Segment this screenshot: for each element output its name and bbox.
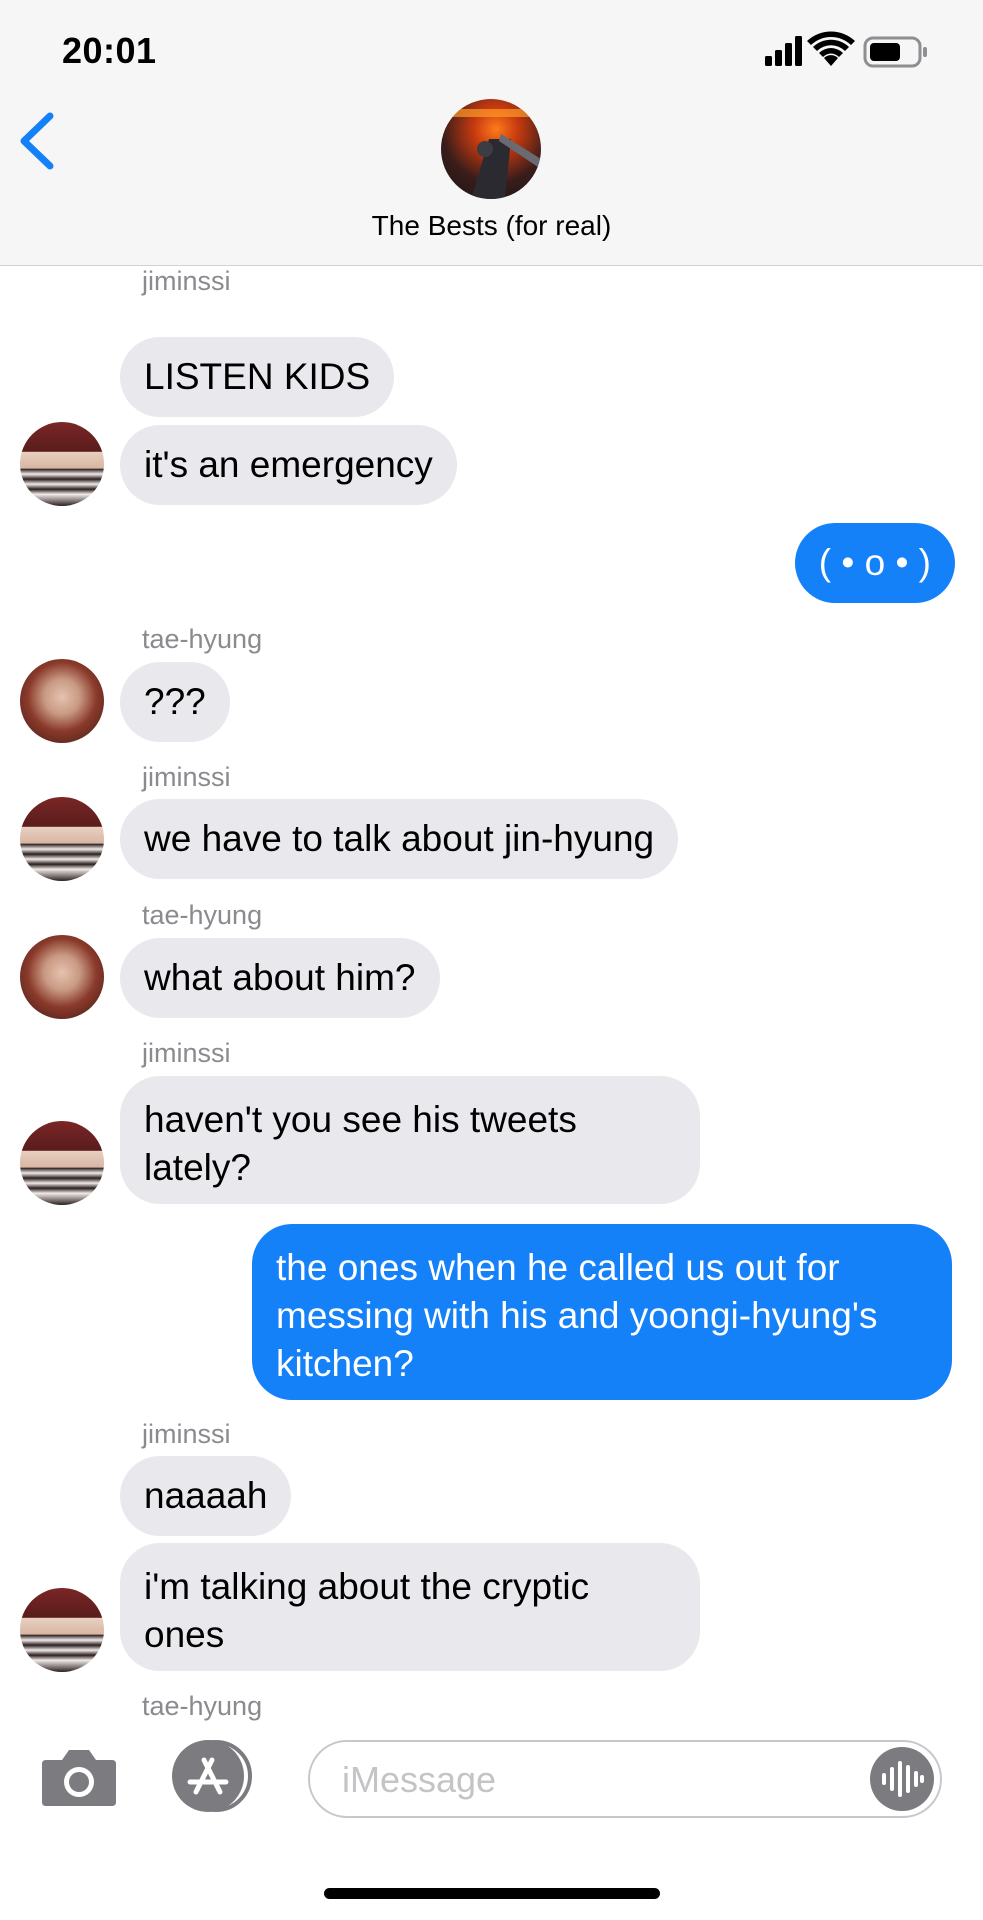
home-indicator[interactable] — [324, 1888, 660, 1899]
app-store-icon[interactable] — [168, 1740, 260, 1812]
received-message[interactable]: we have to talk about jin-hyung — [120, 799, 679, 879]
conversation-header: 20:01 The Bests (for real) — [0, 0, 983, 266]
back-chevron-icon[interactable] — [16, 112, 60, 170]
camera-icon[interactable] — [40, 1746, 118, 1808]
sent-message[interactable]: ( • o • ) — [794, 523, 955, 603]
audio-message-icon[interactable] — [870, 1747, 934, 1811]
avatar[interactable] — [20, 659, 104, 743]
group-avatar[interactable] — [441, 99, 541, 199]
received-message[interactable]: i'm talking about the cryptic ones — [120, 1543, 700, 1671]
received-message[interactable]: haven't you see his tweets lately? — [120, 1076, 700, 1204]
status-time: 20:01 — [62, 30, 157, 71]
sent-message[interactable]: the ones when he called us out for messi… — [252, 1224, 952, 1400]
avatar[interactable] — [20, 422, 104, 506]
group-title[interactable]: The Bests (for real) — [0, 210, 983, 242]
sender-name: jiminssi — [142, 762, 231, 792]
imessage-field[interactable] — [308, 1740, 942, 1818]
status-icons — [765, 31, 927, 68]
sender-name: jiminssi — [142, 266, 231, 296]
sender-name: tae-hyung — [142, 1691, 263, 1721]
received-message[interactable]: it's an emergency — [120, 425, 457, 505]
signal-icon — [765, 36, 802, 66]
message-input[interactable] — [340, 1752, 844, 1808]
sender-name: tae-hyung — [142, 900, 263, 930]
battery-icon — [863, 36, 927, 68]
avatar[interactable] — [20, 797, 104, 881]
avatar[interactable] — [20, 935, 104, 1019]
sender-name: jiminssi — [142, 1419, 231, 1449]
avatar[interactable] — [20, 1121, 104, 1205]
received-message[interactable]: what about him? — [120, 938, 440, 1018]
avatar[interactable] — [20, 1588, 104, 1672]
sender-name: jiminssi — [142, 1038, 231, 1068]
received-message[interactable]: LISTEN KIDS — [120, 337, 395, 417]
received-message[interactable]: naaaah — [120, 1456, 292, 1536]
sender-name: tae-hyung — [142, 624, 263, 654]
wifi-icon — [807, 31, 855, 66]
message-list[interactable]: jiminssi LISTEN KIDS it's an emergency (… — [0, 266, 983, 1722]
received-message[interactable]: ??? — [120, 662, 230, 742]
